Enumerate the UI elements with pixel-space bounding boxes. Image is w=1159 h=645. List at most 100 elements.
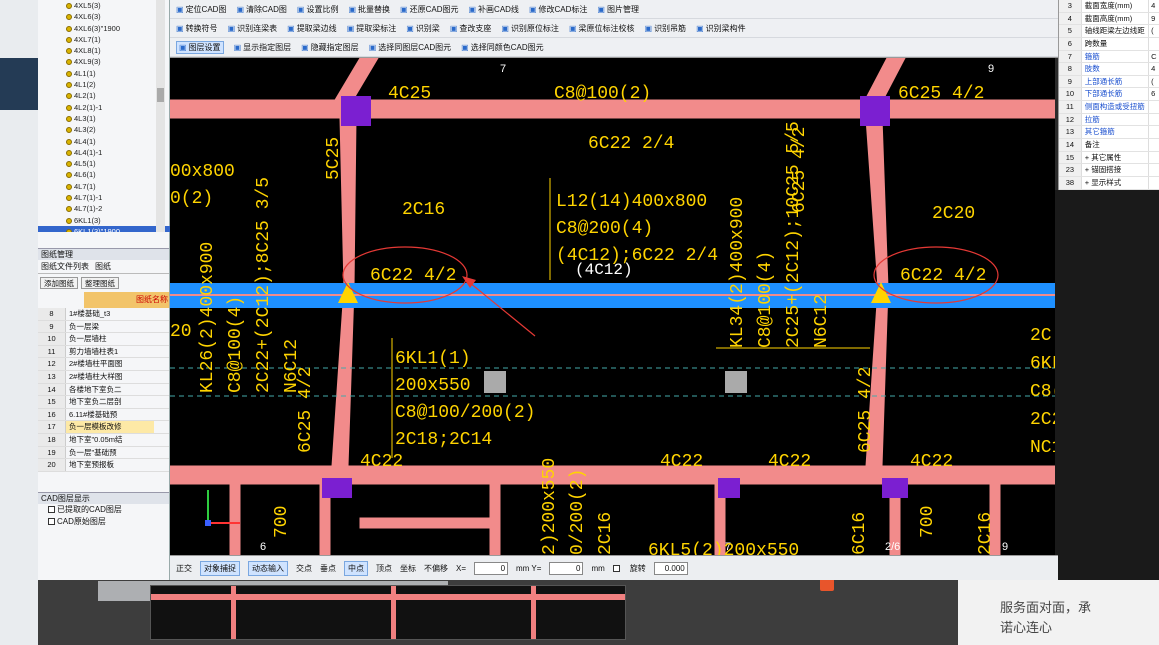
property-row[interactable]: 23 + 锚固搭接 [1059,164,1159,177]
toolbar-button[interactable]: 图片管理 [597,4,639,15]
organize-drawing-button[interactable]: 整理图纸 [81,277,119,289]
property-row[interactable]: 13 其它箍筋 [1059,126,1159,140]
property-value[interactable] [1149,114,1159,126]
toolbar-button[interactable]: 查改支座 [450,23,491,34]
drawing-row[interactable]: 8 1#楼基础_t3 [38,308,169,321]
property-value[interactable] [1149,101,1159,113]
property-value[interactable] [1149,126,1159,138]
drawing-row[interactable]: 12 2#楼墙柱平面图 [38,358,169,371]
snap-toggle[interactable]: 对象捕捉 [200,560,240,576]
property-row[interactable]: 15 + 其它属性 [1059,151,1159,165]
toolbar-button[interactable]: 显示指定图层 [234,42,291,53]
property-value[interactable] [1149,139,1159,151]
toolbar-button[interactable]: 转换符号 [176,23,218,34]
property-row[interactable]: 7 箍筋 C [1059,50,1159,64]
drawing-row[interactable]: 15 地下室负二层剖 [38,396,169,409]
toolbar-button[interactable]: 还原CAD图元 [400,4,459,15]
toolbar-button[interactable]: 提取梁边线 [287,23,337,34]
cad-text: 6KL5(2)200x550 [648,541,799,555]
toolbar-button[interactable]: 梁原位标注校核 [569,23,635,34]
toolbar-button[interactable]: 识别梁构件 [696,23,746,34]
drawing-row[interactable]: 19 负一层"基础预 [38,446,169,460]
property-row[interactable]: 3 截面宽度(mm) 4 [1059,0,1159,13]
y-input[interactable]: 0 [549,561,584,575]
snap-toggle[interactable]: 动态输入 [248,560,288,576]
property-value[interactable]: 9 [1149,13,1159,25]
property-value[interactable]: ( [1149,25,1159,37]
property-value[interactable] [1149,152,1159,164]
cad-text: 2C18;2C14 [395,430,492,450]
property-row[interactable]: 10 下部通长筋 6 [1059,88,1159,102]
property-row[interactable]: 4 截面高度(mm) 9 [1059,12,1159,26]
property-value[interactable]: 4 [1149,0,1159,12]
cad-drawing[interactable]: 7 9 6 7 9 2/6 4C25 C8@100(2) 6C25 4/2 6C… [170,58,1055,555]
drawing-row[interactable]: 9 负一层梁 [38,320,169,334]
tree-scrollbar[interactable] [156,0,165,232]
cad-canvas[interactable]: 7 9 6 7 9 2/6 4C25 C8@100(2) 6C25 4/2 6C… [170,58,1055,555]
toolbar-button[interactable]: 设置比例 [297,4,338,15]
toolbar-button[interactable]: 清除CAD图 [236,4,287,15]
property-name: 截面高度(mm) [1082,12,1150,25]
drawing-row[interactable]: 14 各楼地下室负二 [38,383,169,397]
drawing-row[interactable]: 17 负一层模板改修 [38,421,169,434]
snap-toggle[interactable]: 正交 [176,563,192,574]
property-row[interactable]: 9 上部通长筋( [1059,75,1159,89]
property-row[interactable]: 12 拉筋 [1059,113,1159,127]
drawing-row[interactable]: 16 6.11#楼基础预 [38,408,169,422]
property-num: 15 [1059,151,1082,164]
tree-item-label: 4L1(1) [74,68,96,78]
toolbar-button[interactable]: 选择同图层CAD图元 [369,42,451,53]
rotate-input[interactable]: 0.000 [653,561,688,575]
toolbar-button[interactable]: 识别吊筋 [645,23,686,34]
toolbar-button[interactable]: 识别连梁表 [228,23,277,34]
property-value[interactable]: 6 [1149,88,1159,100]
checkbox-icon[interactable] [48,518,55,525]
toolbar-button[interactable]: 定位CAD图 [176,4,227,15]
snap-toggle[interactable]: 不偏移 [424,563,448,574]
cad-text: C8@100(4) [756,251,776,348]
toolbar-button[interactable]: 识别原位标注 [501,23,559,34]
toolbar-button[interactable]: 隐藏指定图层 [301,42,359,53]
snap-toggle[interactable]: 顶点 [376,563,392,574]
property-row[interactable]: 11 侧面构造或受扭筋 [1059,101,1159,114]
property-row[interactable]: 6 跨数量 [1059,37,1159,51]
property-row[interactable]: 8 肢数 4 [1059,63,1159,76]
checkbox-icon[interactable] [48,506,55,513]
drawing-row[interactable]: 18 地下室"0.05m结 [38,433,169,447]
property-value[interactable] [1149,177,1159,189]
tree-item-label: 4L6(1) [74,170,96,180]
toolbar-button[interactable]: 识别梁 [406,23,440,34]
property-row[interactable]: 38 + 显示样式 [1059,176,1159,190]
unit-label: mm [591,563,605,573]
rotate-checkbox[interactable] [612,564,620,572]
toolbar-button[interactable]: 补画CAD线 [468,4,519,15]
tab-drawing-list[interactable]: 图纸文件列表 [41,260,89,273]
snap-toggle[interactable]: 坐标 [400,563,416,574]
property-row[interactable]: 5 轴线距梁左边线距( [1059,25,1159,38]
property-value[interactable] [1149,38,1159,50]
x-input[interactable]: 0 [474,561,509,575]
property-value[interactable]: ( [1149,76,1159,88]
tab-drawing[interactable]: 图纸 [95,260,111,273]
toolbar-button[interactable]: 提取梁标注 [347,23,396,34]
layer-item-extracted[interactable]: 已提取的CAD图层 [38,504,169,516]
drawing-row[interactable]: 20 地下室预报板 [38,459,169,472]
toolbar-button[interactable]: 批量替换 [348,4,390,15]
property-value[interactable]: C [1149,51,1159,63]
toolbar-button[interactable]: 修改CAD标注 [529,4,588,15]
property-name: 其它箍筋 [1082,126,1150,139]
tree-item-label: 4L4(1) [74,136,96,146]
property-value[interactable]: 4 [1149,63,1159,75]
drawing-row[interactable]: 13 2#楼墙柱大样图 [38,370,169,384]
snap-toggle[interactable]: 中点 [344,560,368,576]
drawing-row[interactable]: 11 剪力墙墙柱表1 [38,345,169,359]
toolbar-button[interactable]: 图层设置 [176,40,224,54]
snap-toggle[interactable]: 交点 [296,563,312,574]
property-value[interactable] [1149,164,1159,176]
property-row[interactable]: 14 备注 [1059,139,1159,152]
drawing-row[interactable]: 10 负一层墙柱 [38,333,169,346]
snap-toggle[interactable]: 垂点 [320,563,336,574]
add-drawing-button[interactable]: 添加图纸 [40,277,78,289]
layer-item-original[interactable]: CAD原始图层 [38,516,169,528]
toolbar-button[interactable]: 选择同颜色CAD图元 [461,42,544,53]
